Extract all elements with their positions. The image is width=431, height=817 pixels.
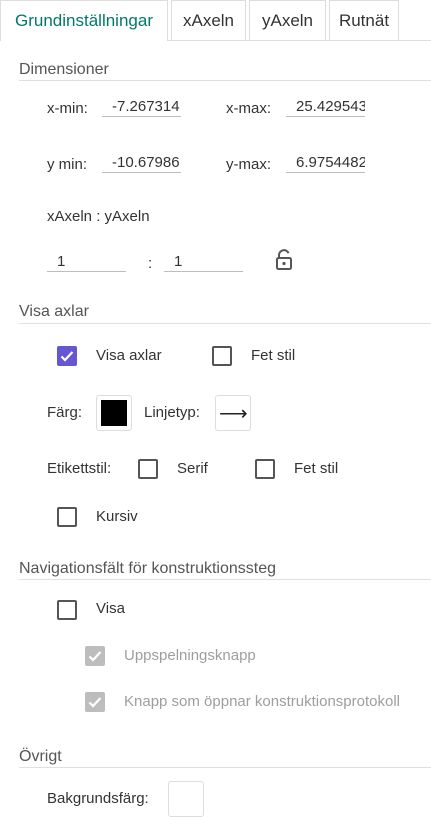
tab-yaxeln[interactable]: yAxeln [249, 0, 326, 40]
label-bold-checkbox[interactable] [255, 459, 275, 479]
serif-checkbox[interactable] [138, 459, 158, 479]
ratio-y-input[interactable] [164, 252, 243, 272]
ymax-label: y-max: [226, 156, 271, 173]
section-dimensions-heading: Dimensioner [19, 61, 109, 78]
section-divider [19, 767, 431, 768]
label-bold-label: Fet stil [294, 460, 339, 477]
tab-rutnat[interactable]: Rutnät [329, 0, 399, 40]
show-navigation-checkbox[interactable] [57, 600, 77, 620]
bold-axes-checkbox[interactable] [212, 346, 232, 366]
ymin-input[interactable] [102, 153, 181, 173]
background-color-label: Bakgrundsfärg: [47, 790, 149, 807]
ymax-input[interactable] [286, 153, 365, 173]
section-divider [19, 80, 431, 81]
color-label: Färg: [47, 404, 83, 421]
tab-grundinstallningar[interactable]: Grundinställningar [0, 0, 168, 41]
play-button-label: Uppspelningsknapp [124, 647, 256, 664]
color-swatch [101, 400, 127, 426]
xmin-input[interactable] [102, 97, 181, 117]
background-color-button[interactable] [168, 781, 204, 817]
ratio-x-input[interactable] [47, 252, 126, 272]
protocol-button-checkbox[interactable] [85, 692, 105, 712]
linetype-button[interactable]: ⟶ [215, 395, 251, 431]
ratio-separator: : [148, 255, 153, 272]
unlock-icon[interactable] [272, 248, 296, 272]
section-navigation-heading: Navigationsfält för konstruktionssteg [19, 560, 277, 577]
section-divider [19, 323, 431, 324]
axis-ratio-label: xAxeln : yAxeln [47, 208, 150, 225]
arrow-right-icon: ⟶ [219, 403, 248, 425]
xmax-input[interactable] [286, 97, 365, 117]
italic-checkbox[interactable] [57, 507, 77, 527]
italic-label: Kursiv [96, 508, 138, 525]
show-navigation-label: Visa [96, 600, 125, 617]
tab-bar: Grundinställningar xAxeln yAxeln Rutnät [0, 0, 431, 41]
protocol-button-label: Knapp som öppnar konstruktionsprotokoll [124, 693, 400, 710]
serif-label: Serif [177, 460, 208, 477]
label-style-label: Etikettstil: [47, 460, 112, 477]
linetype-label: Linjetyp: [144, 404, 200, 421]
axis-color-button[interactable] [96, 395, 132, 431]
play-button-checkbox[interactable] [85, 646, 105, 666]
xmin-label: x-min: [47, 100, 88, 117]
show-axes-checkbox[interactable] [57, 346, 77, 366]
section-other-heading: Övrigt [19, 748, 62, 765]
bold-axes-label: Fet stil [251, 347, 296, 364]
tab-xaxeln[interactable]: xAxeln [171, 0, 246, 40]
tab-divider [168, 40, 431, 41]
ymin-label: y min: [47, 156, 88, 173]
xmax-label: x-max: [226, 100, 271, 117]
show-axes-label: Visa axlar [96, 347, 162, 364]
section-divider [19, 579, 431, 580]
section-show-axes-heading: Visa axlar [19, 303, 89, 320]
